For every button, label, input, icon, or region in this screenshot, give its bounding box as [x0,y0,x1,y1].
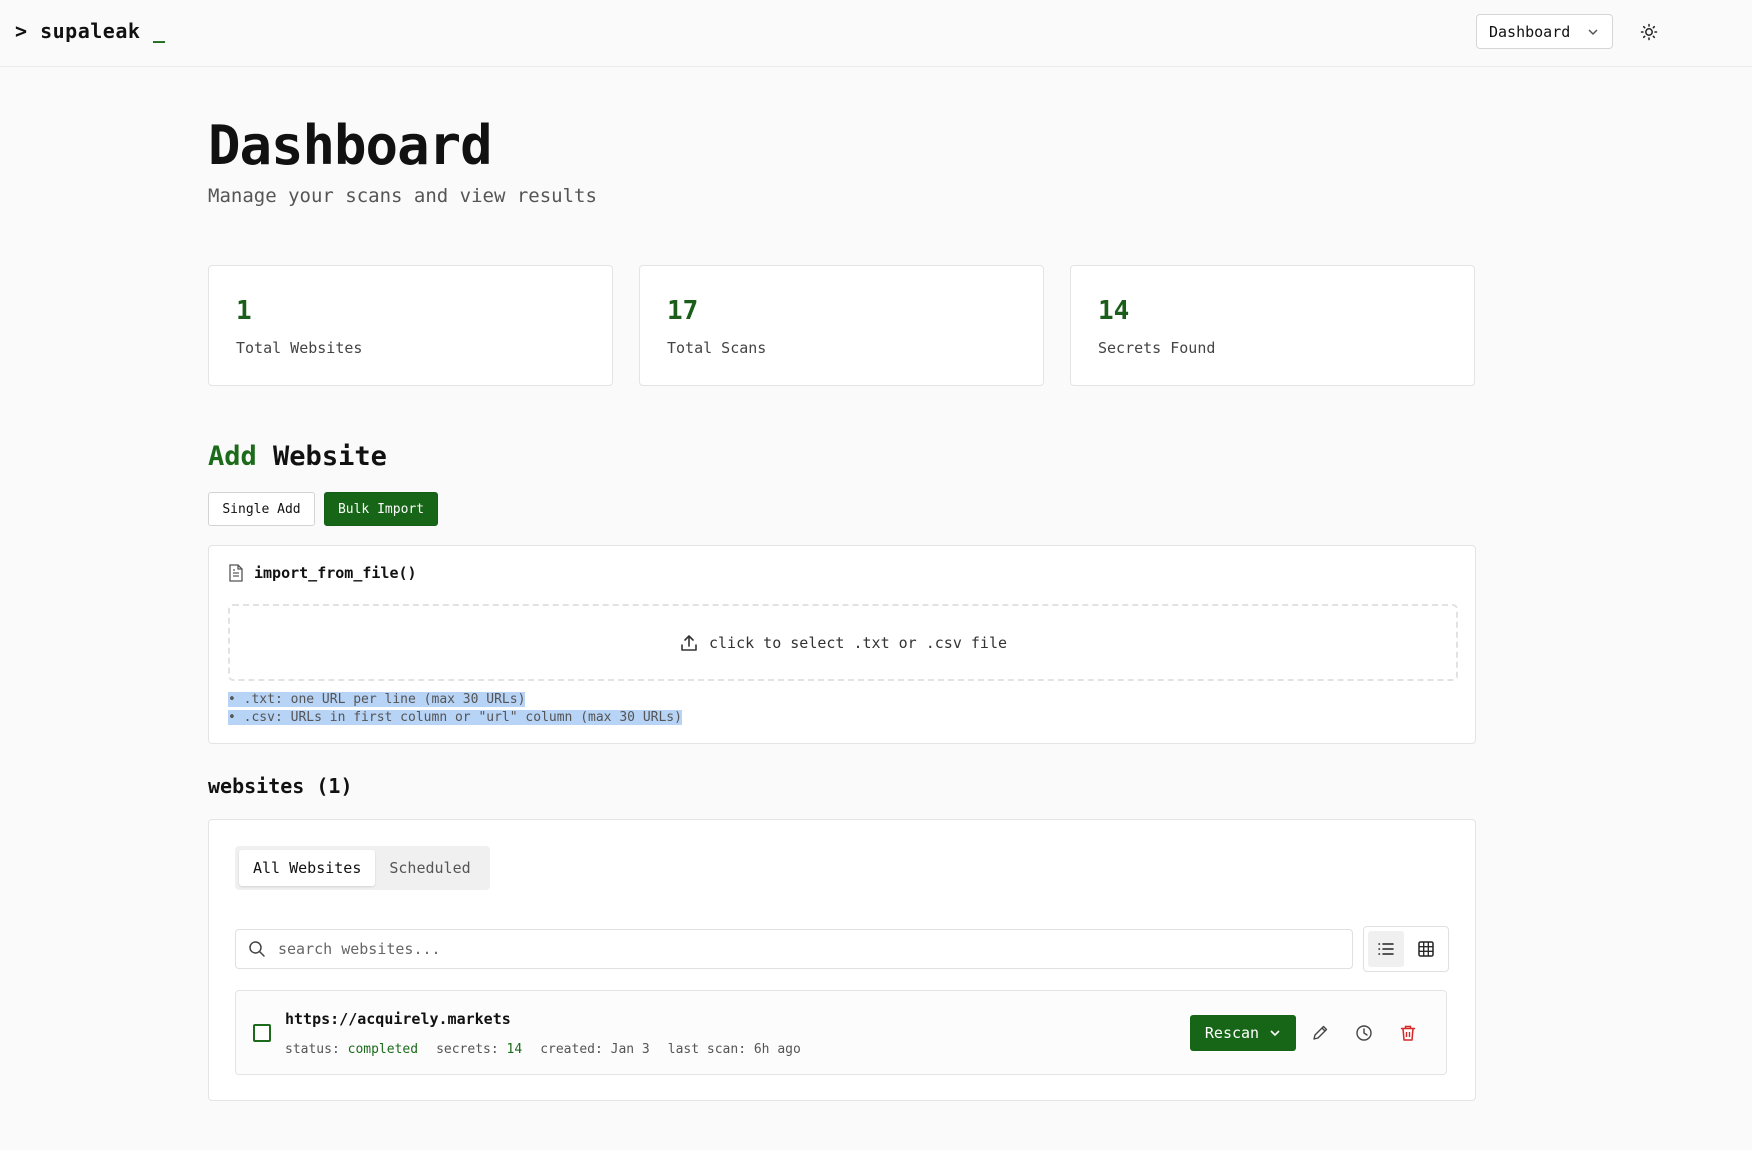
theme-toggle-button[interactable] [1636,19,1662,45]
single-add-button[interactable]: Single Add [208,492,315,526]
file-text-icon [229,564,243,582]
logo-prompt: > [15,19,28,43]
status-value: completed [347,1042,419,1057]
chevron-down-icon [1588,28,1598,35]
stat-card-total-scans: 17 Total Scans [639,265,1044,386]
website-meta: status: completed secrets: 14 created: J… [285,1042,801,1057]
trash-icon [1400,1025,1416,1041]
view-toggle [1363,926,1449,972]
stat-card-secrets-found: 14 Secrets Found [1070,265,1475,386]
nav-select[interactable]: Dashboard [1476,14,1613,49]
secrets-field: secrets: 14 [436,1042,522,1057]
import-heading-text: import_from_file() [254,564,417,582]
stat-label: Total Websites [236,339,363,357]
list-view-button[interactable] [1368,931,1404,967]
bulk-import-button[interactable]: Bulk Import [324,492,438,526]
search-box [235,929,1353,969]
created-date: created: Jan 3 [540,1042,650,1057]
stat-card-total-websites: 1 Total Websites [208,265,613,386]
row-checkbox[interactable] [253,1024,271,1042]
clock-icon [1356,1025,1372,1041]
page-subtitle: Manage your scans and view results [208,185,597,207]
logo-name: supaleak [40,19,141,43]
hint-csv: • .csv: URLs in first column or "url" co… [228,710,682,725]
last-scan: last scan: 6h ago [667,1042,801,1057]
stat-label: Total Scans [667,339,767,357]
logo-cursor: _ [152,19,166,43]
add-website-title-accent: Add [208,441,257,472]
search-icon [249,941,265,957]
grid-view-button[interactable] [1408,931,1444,967]
add-website-title: Add Website [208,441,387,472]
stat-value: 17 [667,296,699,326]
import-hints: • .txt: one URL per line (max 30 URLs) •… [228,691,682,727]
chevron-down-icon [1270,1030,1280,1037]
search-input[interactable] [278,940,1338,958]
status-label: status: [285,1042,340,1057]
history-button[interactable] [1351,1020,1377,1046]
rescan-label: Rescan [1204,1024,1260,1042]
upload-icon [681,634,697,651]
tab-all-websites[interactable]: All Websites [239,850,376,886]
websites-title: websites (1) [208,774,353,798]
rescan-button[interactable]: Rescan [1190,1015,1296,1051]
import-panel: import_from_file() click to select .txt … [208,545,1476,744]
logo[interactable]: > supaleak _ [15,19,166,43]
file-dropzone[interactable]: click to select .txt or .csv file [228,604,1458,681]
stat-value: 14 [1098,296,1130,326]
secrets-value: 14 [506,1042,523,1057]
website-url[interactable]: https://acquirely.markets [285,1010,511,1028]
page-title: Dashboard [208,114,493,177]
grid-icon [1418,941,1434,957]
tab-scheduled[interactable]: Scheduled [375,850,484,886]
sun-icon [1640,23,1658,41]
stat-label: Secrets Found [1098,339,1216,357]
secrets-label: secrets: [436,1042,499,1057]
websites-panel: All Websites Scheduled search websites..… [208,819,1476,1101]
hint-txt: • .txt: one URL per line (max 30 URLs) [228,692,526,707]
website-tabs: All Websites Scheduled [235,846,490,890]
stat-value: 1 [236,296,252,326]
website-row: https://acquirely.markets status: comple… [235,990,1447,1075]
delete-button[interactable] [1395,1020,1421,1046]
dropzone-text: click to select .txt or .csv file [708,633,1007,652]
nav-select-value: Dashboard [1489,22,1571,41]
edit-button[interactable] [1307,1020,1333,1046]
status-field: status: completed [285,1042,418,1057]
add-website-title-rest: Website [273,441,387,472]
pencil-icon [1313,1025,1328,1040]
import-heading: import_from_file() [228,564,417,582]
list-icon [1378,943,1394,955]
top-bar: > supaleak _ Dashboard [0,0,1752,67]
